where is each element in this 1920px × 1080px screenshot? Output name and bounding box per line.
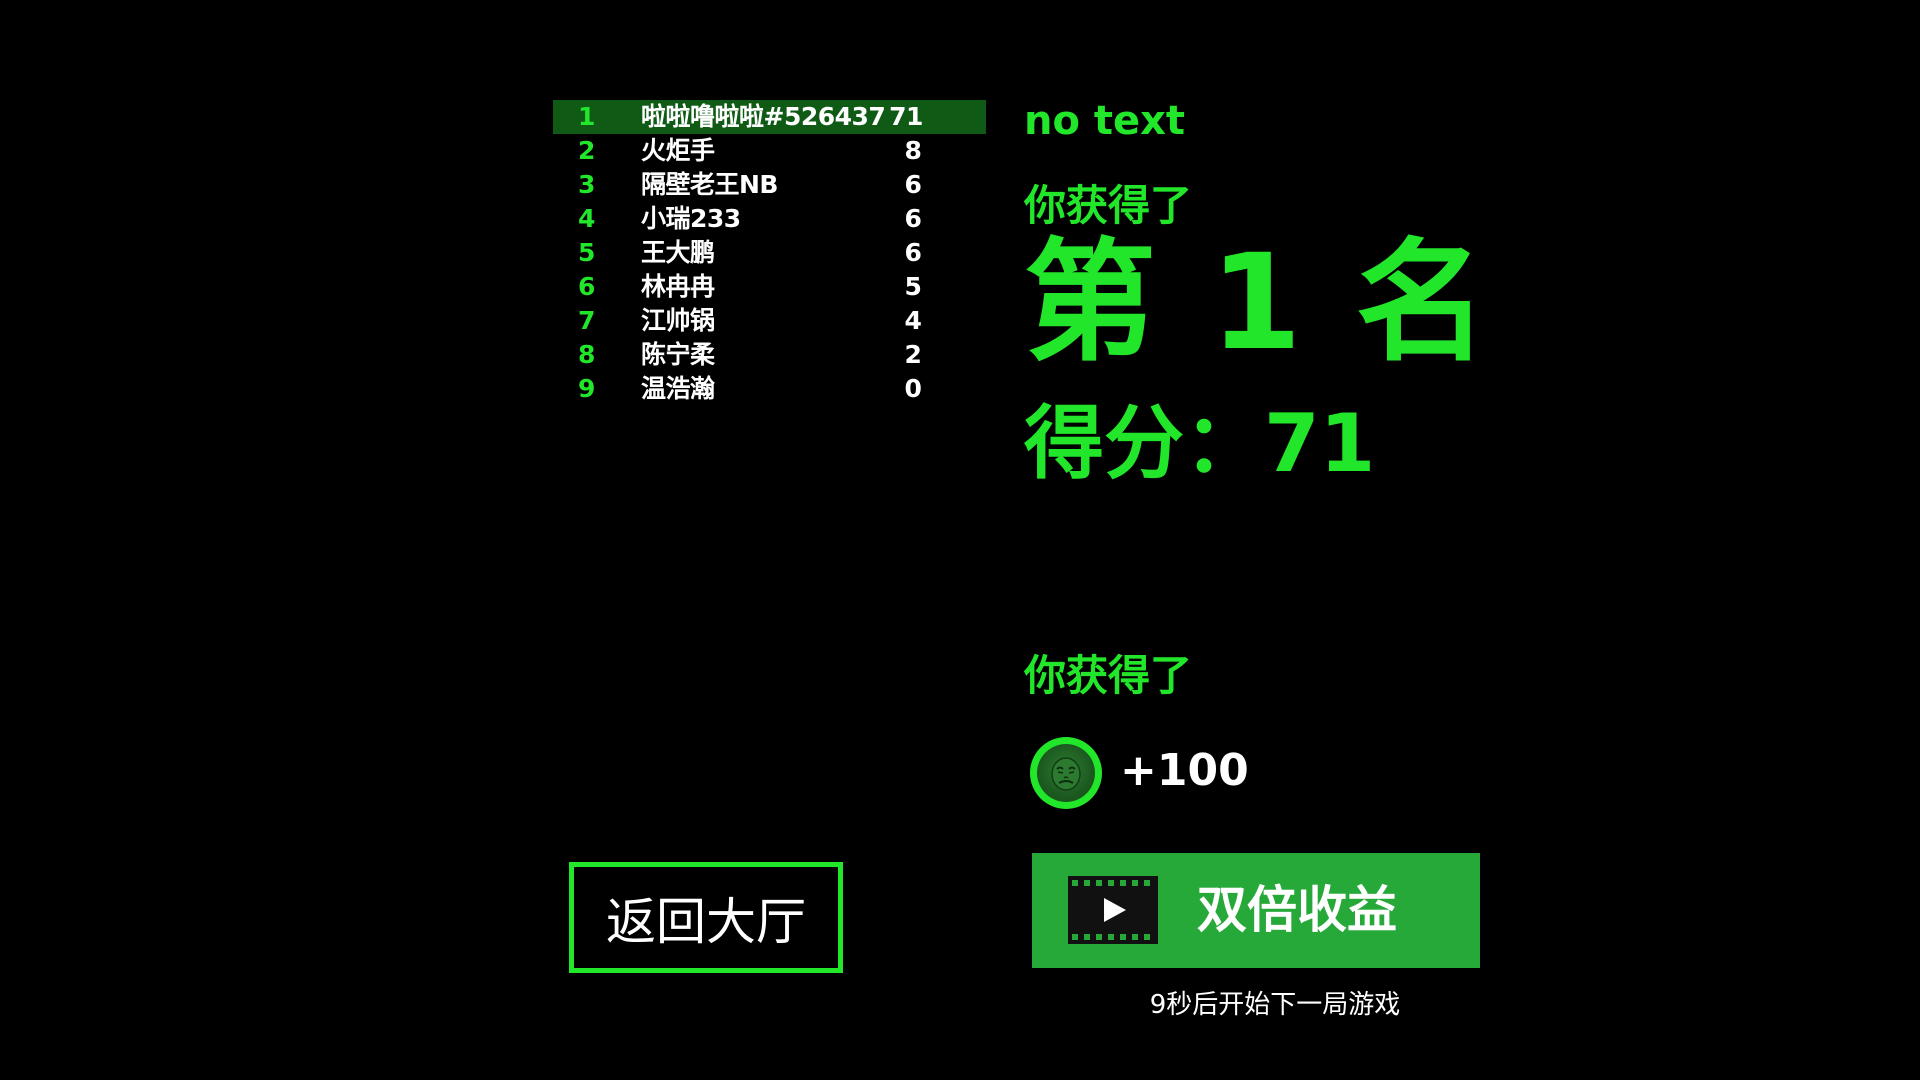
leaderboard-row: 8 陈宁柔 2 [553, 338, 986, 372]
video-play-icon [1068, 876, 1158, 944]
leaderboard-row-self: 1 啦啦噜啦啦#526437 71 [553, 100, 986, 134]
row-player-name: 啦啦噜啦啦#526437 [641, 102, 886, 131]
row-player-name: 林冉冉 [641, 272, 715, 301]
row-rank: 5 [578, 238, 595, 267]
row-player-name: 隔壁老王NB [641, 170, 778, 199]
row-player-name: 江帅锅 [641, 306, 715, 335]
reward-label: 你获得了 [1024, 651, 1193, 700]
row-score: 6 [904, 170, 922, 199]
row-rank: 6 [578, 272, 595, 301]
row-rank: 8 [578, 340, 595, 369]
final-score: 得分：71 [1024, 397, 1376, 490]
leaderboard-row: 2 火炬手 8 [553, 134, 986, 168]
coin-face [1037, 744, 1095, 802]
placeholder-text: no text [1024, 98, 1186, 144]
row-score: 6 [904, 238, 922, 267]
row-score: 4 [904, 306, 922, 335]
final-rank: 第 1 名 [1024, 226, 1492, 380]
leaderboard-row: 5 王大鹏 6 [553, 236, 986, 270]
row-score: 8 [904, 136, 922, 165]
double-reward-button[interactable]: 双倍收益 [1032, 853, 1480, 968]
row-player-name: 温浩瀚 [641, 374, 715, 403]
back-button-label: 返回大厅 [606, 892, 806, 951]
row-player-name: 小瑞233 [641, 204, 741, 233]
row-rank: 2 [578, 136, 595, 165]
coin-face-icon [1030, 737, 1102, 809]
row-score: 6 [904, 204, 922, 233]
row-score: 2 [904, 340, 922, 369]
row-rank: 9 [578, 374, 595, 403]
leaderboard-row: 3 隔壁老王NB 6 [553, 168, 986, 202]
double-reward-label: 双倍收益 [1197, 881, 1397, 939]
row-rank: 3 [578, 170, 595, 199]
row-player-name: 陈宁柔 [641, 340, 715, 369]
row-score: 5 [904, 272, 922, 301]
back-to-lobby-button[interactable]: 返回大厅 [569, 862, 843, 973]
leaderboard-row: 6 林冉冉 5 [553, 270, 986, 304]
leaderboard-row: 4 小瑞233 6 [553, 202, 986, 236]
row-score: 71 [889, 102, 923, 131]
row-rank: 4 [578, 204, 595, 233]
face-icon [1051, 757, 1081, 791]
leaderboard: 1 啦啦噜啦啦#526437 71 2 火炬手 8 3 隔壁老王NB 6 4 小… [553, 100, 986, 406]
row-rank: 1 [578, 102, 595, 131]
leaderboard-row: 7 江帅锅 4 [553, 304, 986, 338]
row-player-name: 王大鹏 [641, 238, 715, 267]
reward-amount: +100 [1120, 745, 1249, 796]
row-rank: 7 [578, 306, 595, 335]
row-score: 0 [904, 374, 922, 403]
you-got-label: 你获得了 [1024, 181, 1193, 230]
leaderboard-row: 9 温浩瀚 0 [553, 372, 986, 406]
result-screen: 1 啦啦噜啦啦#526437 71 2 火炬手 8 3 隔壁老王NB 6 4 小… [0, 0, 1920, 1080]
next-game-countdown: 9秒后开始下一局游戏 [1149, 990, 1401, 1020]
row-player-name: 火炬手 [641, 136, 715, 165]
